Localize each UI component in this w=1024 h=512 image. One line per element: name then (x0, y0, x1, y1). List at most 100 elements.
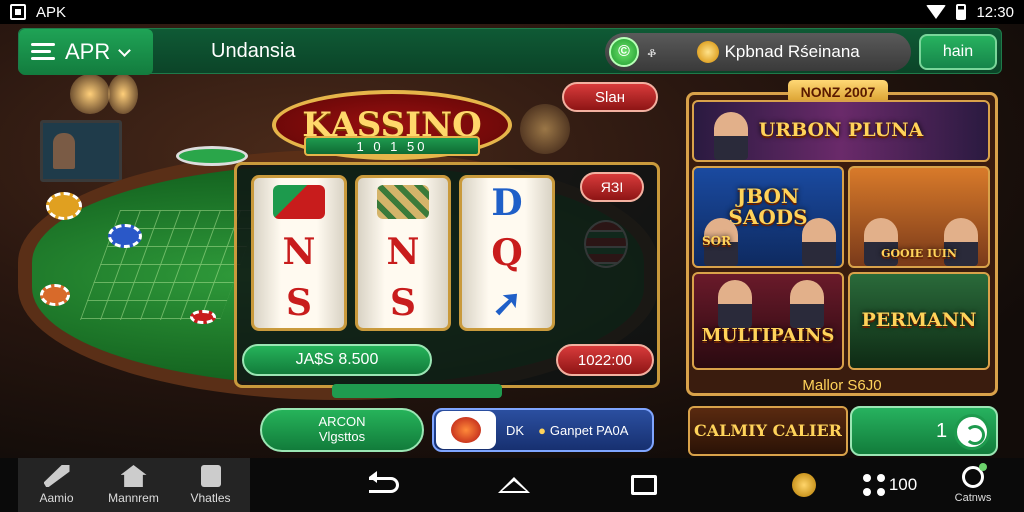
lamp-light (108, 74, 138, 114)
battery-icon (956, 4, 967, 20)
tray-value: 100 (888, 475, 918, 494)
settings-label: Catnws (954, 492, 992, 504)
account-small-label: ቆ (647, 43, 657, 60)
home-icon (498, 477, 530, 493)
hamburger-icon (31, 43, 55, 61)
start-button[interactable]: Slaн (562, 82, 658, 112)
home-button[interactable] (494, 458, 534, 512)
flag-symbol-icon (273, 185, 325, 220)
chip-icon (108, 224, 142, 248)
green-coin-icon: © (609, 37, 639, 67)
lamp-light (70, 74, 110, 114)
lamp-light (520, 104, 570, 154)
balance-value: JA$S 8.500 (295, 351, 379, 368)
character-icon (714, 112, 748, 160)
tile-title: URBON PLUNA (758, 119, 924, 142)
logo-subtitle: 1 0 1 50 (304, 136, 480, 156)
promo-mid-label: DK (506, 422, 525, 438)
game-tile-urbon[interactable]: URBON PLUNA (692, 100, 990, 162)
promo-text: Ganpet PA0A (549, 422, 629, 438)
tile-title: MULTIPAINS (701, 324, 835, 346)
house-icon (120, 465, 147, 487)
status-app-label: APK (36, 3, 67, 21)
promo-image (436, 411, 496, 449)
game-tile-multipains[interactable]: MULTIPAINS (692, 272, 844, 370)
login-button[interactable]: hain (919, 34, 997, 70)
promo-coin-icon: ● (538, 422, 546, 438)
start-button-label: Slaн (595, 88, 625, 106)
character-icon (790, 280, 824, 328)
tile-subtitle: SOR (702, 234, 732, 249)
chip-icon (40, 284, 70, 306)
calmiy-tile[interactable]: CALMIY CALIER (688, 406, 848, 456)
reel-symbol: S (286, 281, 312, 324)
recents-icon (631, 475, 657, 495)
nav-label: Mannrem (108, 491, 159, 505)
nav-item-mannrem[interactable]: Mannrem (95, 458, 172, 512)
side-button-label: ЯЗI (600, 179, 624, 195)
character-icon (718, 280, 752, 328)
status-time: 12:30 (976, 3, 1014, 21)
confirm-bar[interactable]: 1 (850, 406, 998, 456)
dots-icon (862, 474, 885, 496)
nav-label: Vhatles (190, 491, 231, 505)
wifi-icon (926, 5, 947, 19)
game-tile-permann[interactable]: PERMANN (848, 272, 990, 370)
spin-bar[interactable] (332, 384, 502, 398)
reel-1[interactable]: N S (251, 175, 347, 331)
game-tile-gooie[interactable]: GOOIE IUIN (848, 166, 990, 268)
menu-label: APR (65, 39, 111, 64)
coin-button[interactable] (788, 458, 820, 512)
account-name: Kpbnad Rśeinana (724, 42, 860, 61)
nav-item-aamio[interactable]: Aamio (18, 458, 95, 512)
bet-pill[interactable]: 1022:00 (556, 344, 654, 376)
reel-symbol: Q (491, 232, 523, 274)
rocket-icon (43, 465, 70, 487)
character-icon (802, 218, 836, 266)
recents-button[interactable] (624, 458, 664, 512)
app-square-icon (10, 4, 26, 20)
reel-2[interactable]: N S (355, 175, 451, 331)
tile-subtitle: GOOIE IUIN (881, 247, 957, 261)
tile-title: PERMANN (861, 309, 977, 332)
balance-pill[interactable]: JA$S 8.500 (242, 344, 432, 376)
settings-button[interactable]: Catnws (946, 458, 1000, 512)
back-button[interactable] (364, 458, 404, 512)
reel-symbol: N (282, 230, 316, 273)
arrow-symbol-icon: ➚ (491, 282, 523, 324)
casino-monitor (40, 120, 122, 182)
game-tile-jbon[interactable]: JBON SAODS SOR (692, 166, 844, 268)
chip-icon (190, 310, 216, 324)
arcon-line1: ARCON (318, 414, 366, 430)
bottom-navigation: Aamio Mannrem Vhatles 100 Catnws (0, 458, 1024, 512)
nav-item-vhatles[interactable]: Vhatles (172, 458, 249, 512)
box-icon (200, 465, 221, 487)
account-pill[interactable]: © ቆ Kpbnad Rśeinana (605, 33, 911, 71)
top-bar: APR Undansia © ቆ Kpbnad Rśeinana hain (18, 28, 1002, 75)
nav-label: Aamio (39, 491, 74, 505)
reel-3[interactable]: D Q ➚ (459, 175, 555, 331)
app-nav: Aamio Mannrem Vhatles (18, 458, 250, 512)
arcon-button[interactable]: ARCON Vlgsttos (260, 408, 424, 452)
refresh-icon[interactable] (954, 414, 990, 450)
side-button[interactable]: ЯЗI (580, 172, 644, 202)
confirm-value: 1 (936, 420, 948, 442)
region-label: Undansia (211, 40, 296, 62)
chevron-down-icon (118, 43, 132, 57)
reel-symbol: N (386, 230, 420, 273)
status-bar: APK 12:30 (0, 0, 1024, 24)
arcon-line2: Vlgsttos (318, 429, 366, 444)
back-icon (369, 471, 399, 493)
dice-icon (451, 417, 481, 443)
reel-symbol: S (390, 281, 416, 324)
gold-coin-icon (696, 41, 719, 63)
gear-icon (962, 463, 987, 488)
bet-value: 1022:00 (577, 351, 633, 369)
chip-icon (46, 192, 82, 220)
calmiy-title: CALMIY CALIER (694, 420, 842, 440)
menu-button[interactable]: APR (19, 29, 153, 75)
panel-footer: Mallor S6J0 (802, 376, 882, 394)
coin-icon (792, 473, 816, 497)
tray-button[interactable]: 100 (858, 458, 922, 512)
promo-banner[interactable]: DK ● Ganpet PA0A (432, 408, 654, 452)
